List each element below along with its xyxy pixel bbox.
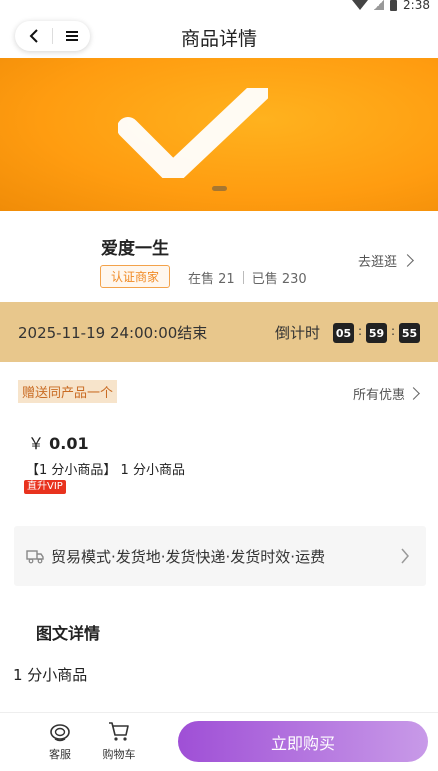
gift-tag: 赠送同产品一个	[18, 380, 118, 403]
signal-icon	[374, 0, 385, 10]
battery-icon	[390, 0, 398, 11]
stats-divider	[242, 271, 244, 284]
buy-now-button[interactable]: 立即购买	[178, 721, 428, 762]
go-shop-label: 去逛逛	[357, 255, 397, 270]
on-sale-count: 在售 21	[188, 272, 235, 287]
shop-info: 爱度一生 认证商家 在售 21 已售 230 去逛逛	[0, 211, 438, 301]
all-offers-label: 所有优惠	[352, 388, 405, 403]
chevron-right-icon	[401, 548, 409, 564]
chevron-right-icon	[401, 254, 414, 267]
countdown-hours: 05	[333, 323, 354, 343]
product-name: 【1 分小商品】 1 分小商品	[26, 463, 185, 478]
top-bar: 商品详情	[0, 14, 438, 58]
headset-icon	[50, 724, 70, 742]
chevron-right-icon	[407, 387, 420, 400]
countdown-minutes: 59	[366, 323, 387, 343]
countdown-seconds: 55	[399, 323, 420, 343]
price: ￥ 0.01	[28, 430, 89, 454]
trade-info-text: 贸易模式·发货地·发货快递·发货时效·运费	[51, 548, 326, 566]
cart-label: 购物车	[102, 748, 136, 761]
price-section: 赠送同产品一个 所有优惠 ￥ 0.01 【1 分小商品】 1 分小商品 直升VI…	[0, 362, 438, 512]
cart-button[interactable]: 购物车	[97, 721, 141, 762]
status-time: 2:38	[403, 0, 430, 12]
service-label: 客服	[49, 748, 71, 761]
go-shop-link[interactable]: 去逛逛	[357, 251, 414, 270]
vip-badge: 直升VIP	[24, 480, 66, 494]
wifi-icon	[352, 0, 369, 10]
page-title: 商品详情	[180, 28, 257, 50]
service-button[interactable]: 客服	[38, 721, 82, 762]
detail-content: 1 分小商品	[13, 666, 88, 684]
currency-symbol: ￥	[28, 434, 45, 453]
trade-info-row[interactable]: 贸易模式·发货地·发货快递·发货时效·运费	[14, 526, 426, 586]
status-icons: 2:38	[352, 0, 430, 12]
end-time: 2025-11-19 24:00:00结束	[18, 324, 208, 342]
sold-count: 已售 230	[251, 272, 307, 287]
all-offers-link[interactable]: 所有优惠	[352, 384, 420, 403]
status-bar: 2:38	[0, 0, 438, 14]
shop-stats: 在售 21 已售 230	[188, 268, 307, 287]
bottom-action-bar: 客服 购物车 立即购买	[0, 712, 438, 771]
shop-name: 爱度一生	[101, 239, 169, 259]
truck-icon	[26, 550, 44, 564]
countdown-label: 倒计时	[275, 324, 321, 342]
countdown-colon: :	[391, 324, 396, 338]
cart-icon	[109, 722, 129, 741]
detail-title: 图文详情	[36, 624, 101, 643]
countdown-bar: 2025-11-19 24:00:00结束 倒计时 05 : 59 : 55	[0, 302, 438, 362]
countdown-colon: :	[358, 324, 363, 338]
carousel-indicator	[212, 186, 227, 191]
check-icon	[118, 88, 268, 178]
product-banner[interactable]	[0, 58, 438, 211]
price-value: 0.01	[49, 434, 89, 453]
cert-badge: 认证商家	[100, 265, 171, 288]
